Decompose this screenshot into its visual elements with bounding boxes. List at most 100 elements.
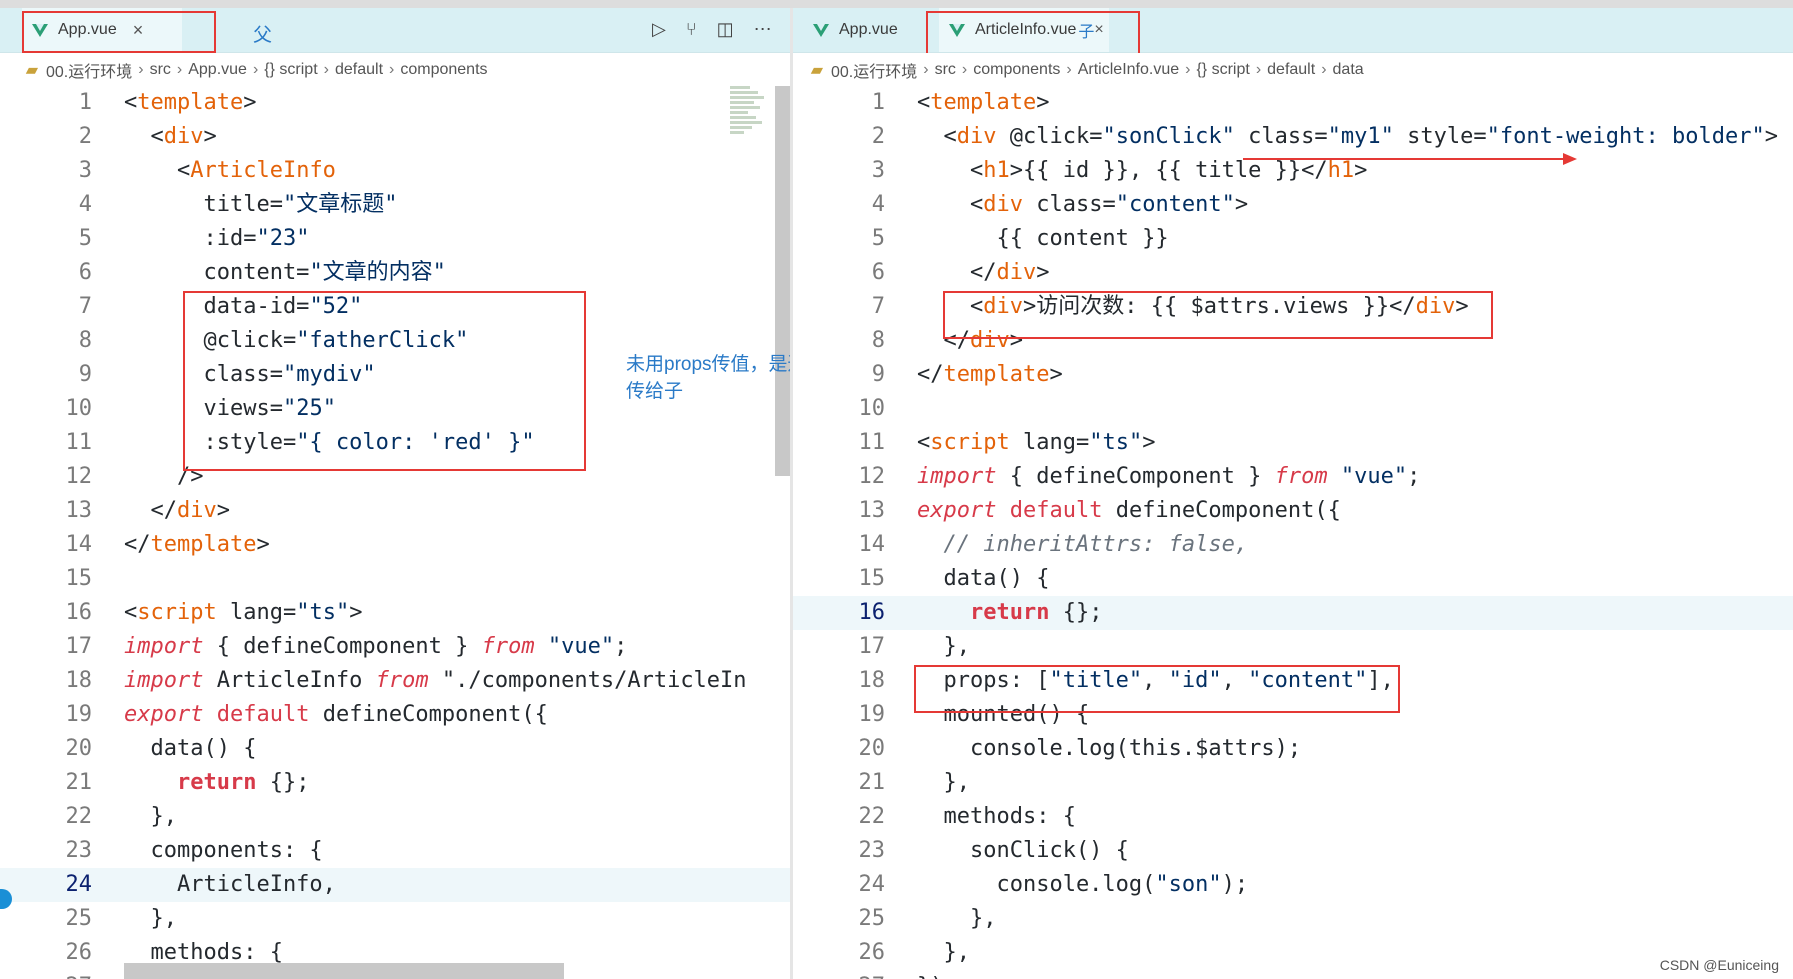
code-line[interactable]: 21 }, [793,766,1793,800]
code-text[interactable]: @click="fatherClick" [124,324,468,358]
code-text[interactable]: }); [917,970,957,979]
code-line[interactable]: 12 import { defineComponent } from "vue"; [793,460,1793,494]
code-line[interactable]: 18 import ArticleInfo from "./components/… [0,664,790,698]
code-line[interactable]: 4 title="文章标题" [0,188,790,222]
code-line[interactable]: 4 <div class="content"> [793,188,1793,222]
code-text[interactable]: <script lang="ts"> [917,426,1155,460]
code-line[interactable]: 24 console.log("son"); [793,868,1793,902]
code-line[interactable]: 1 <template> [0,86,790,120]
code-line[interactable]: 20 data() { [0,732,790,766]
code-text[interactable]: title="文章标题" [124,188,397,222]
code-line[interactable]: 2 <div @click="sonClick" class="my1" sty… [793,120,1793,154]
code-line[interactable]: 7 <div>访问次数: {{ $attrs.views }}</div> [793,290,1793,324]
code-line[interactable]: 18 props: ["title", "id", "content"], [793,664,1793,698]
code-text[interactable]: export default defineComponent({ [124,698,548,732]
breadcrumb-item[interactable]: {} script [264,61,317,79]
breadcrumb-item[interactable]: src [935,61,956,79]
code-text[interactable]: <div @click="sonClick" class="my1" style… [917,120,1778,154]
code-line[interactable]: 7 data-id="52" [0,290,790,324]
code-line[interactable]: 23 components: { [0,834,790,868]
code-line[interactable]: 12 /> [0,460,790,494]
code-line[interactable]: 5 {{ content }} [793,222,1793,256]
code-text[interactable]: export default defineComponent({ [917,494,1341,528]
split-editor-icon[interactable]: ◫ [717,19,734,40]
code-text[interactable]: {{ content }} [917,222,1168,256]
code-line[interactable]: 21 return {}; [0,766,790,800]
code-line[interactable]: 8 </div> [793,324,1793,358]
code-text[interactable]: content="文章的内容" [124,256,445,290]
code-text[interactable]: <div> [124,120,216,154]
code-line[interactable]: 5 :id="23" [0,222,790,256]
code-line[interactable]: 6 content="文章的内容" [0,256,790,290]
code-text[interactable]: return {}; [917,596,1102,630]
breadcrumb-item[interactable]: components [973,61,1060,79]
code-editor-left[interactable]: 1 <template> 2 <div> 3 <ArticleInfo 4 title=… [0,86,790,979]
code-line[interactable]: 23 sonClick() { [793,834,1793,868]
code-line[interactable]: 11 :style="{ color: 'red' }" [0,426,790,460]
breadcrumb-item[interactable]: ArticleInfo.vue [1078,61,1179,79]
code-line[interactable]: 22 }, [0,800,790,834]
code-line[interactable]: 16 return {}; [793,596,1793,630]
code-text[interactable]: </div> [917,324,1023,358]
code-line[interactable]: 15 data() { [793,562,1793,596]
code-line[interactable]: 1 <template> [793,86,1793,120]
code-line[interactable]: 10 [793,392,1793,426]
code-line[interactable]: 20 console.log(this.$attrs); [793,732,1793,766]
code-line[interactable]: 2 <div> [0,120,790,154]
code-text[interactable]: data-id="52" [124,290,362,324]
run-icon[interactable]: ▷ [652,19,666,40]
horizontal-scrollbar[interactable] [124,963,564,979]
more-icon[interactable]: ⋯ [754,19,772,40]
code-line[interactable]: 9 </template> [793,358,1793,392]
code-text[interactable]: </template> [917,358,1063,392]
code-text[interactable]: <script lang="ts"> [124,596,362,630]
close-icon[interactable]: × [133,20,144,41]
code-text[interactable]: console.log(this.$attrs); [917,732,1301,766]
code-line[interactable]: 14 </template> [0,528,790,562]
vertical-scrollbar[interactable] [775,86,790,476]
code-text[interactable]: :id="23" [124,222,309,256]
breadcrumb-item[interactable]: default [335,61,383,79]
tab-app-vue[interactable]: App.vue × [22,8,182,52]
code-text[interactable]: return {}; [124,766,309,800]
code-line[interactable]: 19 export default defineComponent({ [0,698,790,732]
code-line[interactable]: 24 ArticleInfo, [0,868,790,902]
code-text[interactable]: props: ["title", "id", "content"], [917,664,1393,698]
code-line[interactable]: 19 mounted() { [793,698,1793,732]
code-text[interactable]: mounted() { [917,698,1089,732]
code-text[interactable]: </template> [124,528,270,562]
code-line[interactable]: 6 </div> [793,256,1793,290]
breadcrumb-item[interactable]: components [400,61,487,79]
minimap[interactable] [730,86,775,166]
code-text[interactable]: }, [124,902,177,936]
code-line[interactable]: 15 [0,562,790,596]
breadcrumb-item[interactable]: default [1267,61,1315,79]
code-text[interactable]: import { defineComponent } from "vue"; [124,630,627,664]
breadcrumb-item[interactable]: src [150,61,171,79]
compare-icon[interactable]: ⑂ [686,19,697,40]
code-line[interactable]: 16 <script lang="ts"> [0,596,790,630]
code-text[interactable]: console.log("son"); [917,868,1248,902]
code-line[interactable]: 17 }, [793,630,1793,664]
code-text[interactable]: sonClick() { [917,834,1129,868]
code-text[interactable]: ArticleInfo, [124,868,336,902]
code-text[interactable]: <div>访问次数: {{ $attrs.views }}</div> [917,290,1469,324]
tab-app-vue-right[interactable]: App.vue [803,8,933,52]
code-text[interactable]: <div class="content"> [917,188,1248,222]
code-line[interactable]: 3 <ArticleInfo [0,154,790,188]
code-text[interactable]: // inheritAttrs: false, [917,528,1248,562]
code-line[interactable]: 17 import { defineComponent } from "vue"; [0,630,790,664]
breadcrumb-item[interactable]: data [1333,61,1364,79]
breadcrumb-item[interactable]: 00.运行环境 [46,58,132,82]
code-text[interactable]: methods: { [917,800,1075,834]
code-line[interactable]: 13 </div> [0,494,790,528]
code-line[interactable]: 13 export default defineComponent({ [793,494,1793,528]
code-text[interactable]: }, [917,766,970,800]
code-line[interactable]: 25 }, [793,902,1793,936]
code-text[interactable]: import { defineComponent } from "vue"; [917,460,1420,494]
code-line[interactable]: 26 }, [793,936,1793,970]
code-line[interactable]: 25 }, [0,902,790,936]
tab-articleinfo-vue[interactable]: ArticleInfo.vue 子 × [939,8,1109,52]
code-text[interactable]: data() { [917,562,1049,596]
code-text[interactable]: /> [124,460,204,494]
